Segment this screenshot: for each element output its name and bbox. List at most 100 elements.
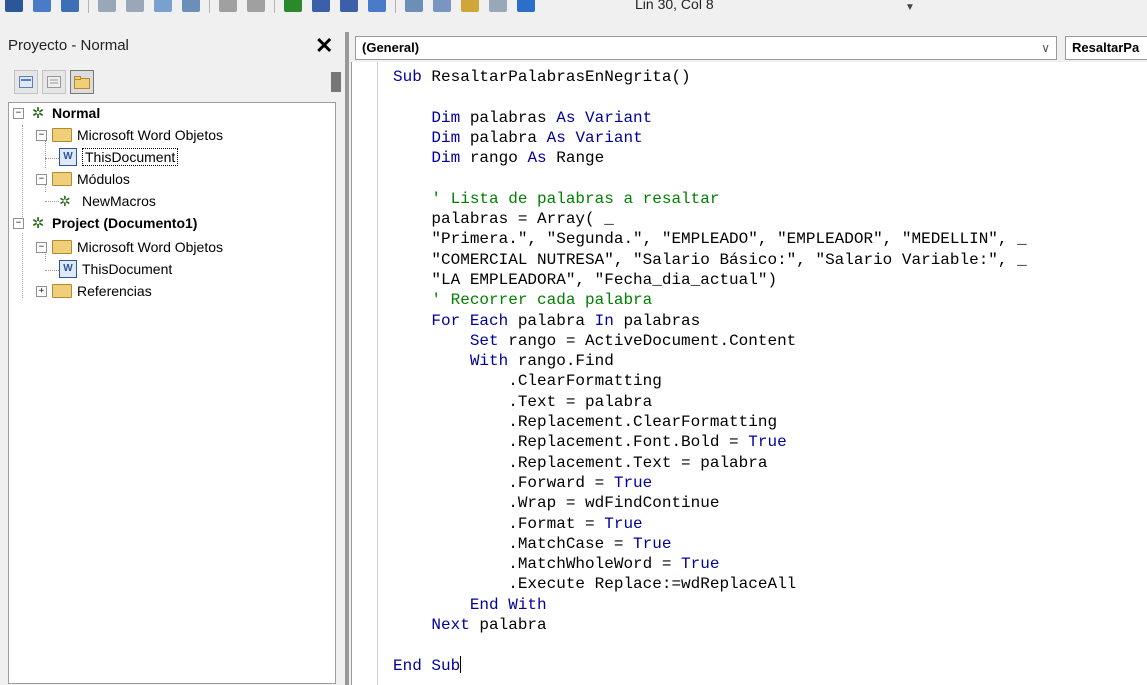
tree-node-newmacros[interactable]: ✲ NewMacros	[59, 191, 156, 211]
vba-project-icon: ✲	[31, 105, 45, 122]
code-line: .MatchWholeWord = True	[393, 554, 1027, 574]
code-line: .Replacement.Font.Bold = True	[393, 432, 1027, 452]
run-icon[interactable]	[284, 0, 302, 12]
code-editor[interactable]: Sub ResaltarPalabrasEnNegrita() Dim pala…	[351, 62, 1147, 685]
code-text[interactable]: Sub ResaltarPalabrasEnNegrita() Dim pala…	[393, 67, 1027, 676]
module-icon: ✲	[59, 192, 71, 209]
redo-icon[interactable]	[247, 0, 265, 12]
code-token: .ClearFormatting	[393, 372, 662, 391]
view-code-icon	[19, 76, 33, 88]
keyword-token: Dim	[431, 108, 461, 127]
toolbar-overflow-icon[interactable]: ▼	[905, 2, 915, 13]
object-browser-icon[interactable]	[461, 0, 479, 12]
code-token: .Format =	[393, 514, 605, 533]
insert-icon[interactable]	[33, 0, 51, 12]
tree-node-doc-objects[interactable]: − Microsoft Word Objetos	[36, 237, 223, 257]
code-line: ' Lista de palabras a resaltar	[393, 189, 1027, 209]
text-caret	[460, 655, 462, 673]
collapse-icon[interactable]: −	[13, 107, 24, 119]
view-object-button[interactable]	[42, 70, 66, 94]
reset-icon[interactable]	[340, 0, 358, 12]
design-mode-icon[interactable]	[368, 0, 386, 12]
collapse-icon[interactable]: −	[36, 129, 47, 141]
toolbar-separator	[209, 0, 210, 13]
explorer-scroll-grip[interactable]	[331, 72, 341, 92]
code-line: .ClearFormatting	[393, 371, 1027, 391]
undo-icon[interactable]	[219, 0, 237, 12]
properties-icon[interactable]	[433, 0, 451, 12]
tree-node-doc-thisdocument[interactable]: W ThisDocument	[59, 259, 172, 279]
project-explorer-icon[interactable]	[405, 0, 423, 12]
chevron-down-icon[interactable]: ∨	[1041, 37, 1050, 59]
code-line: "LA EMPLEADORA", "Fecha_dia_actual")	[393, 270, 1027, 290]
code-line: Dim palabras As Variant	[393, 108, 1027, 128]
tree-node-modules[interactable]: − Módulos	[36, 169, 130, 189]
keyword-token: True	[748, 433, 787, 452]
code-line: End Sub	[393, 655, 1027, 676]
code-line: For Each palabra In palabras	[393, 311, 1027, 331]
code-line: .MatchCase = True	[393, 534, 1027, 554]
code-line: .Forward = True	[393, 473, 1027, 493]
code-token: palabra	[460, 128, 547, 147]
code-line: .Wrap = wdFindContinue	[393, 493, 1027, 513]
find-icon[interactable]	[182, 0, 200, 12]
code-line: .Format = True	[393, 514, 1027, 534]
cut-icon[interactable]	[98, 0, 116, 12]
tree-node-references[interactable]: + Referencias	[36, 281, 152, 301]
tree-node-normal-objects[interactable]: − Microsoft Word Objetos	[36, 125, 223, 145]
tree-node-normal[interactable]: − ✲ Normal	[13, 103, 100, 123]
code-token: ResaltarPalabrasEnNegrita()	[421, 68, 691, 86]
save-icon[interactable]	[61, 0, 79, 12]
folder-icon	[74, 75, 90, 89]
view-word-icon[interactable]	[5, 0, 23, 12]
code-line: End With	[393, 595, 1027, 615]
keyword-token: End With	[469, 595, 547, 614]
keyword-token: True	[604, 514, 643, 533]
code-line: Sub ResaltarPalabrasEnNegrita()	[393, 67, 1027, 87]
paste-icon[interactable]	[154, 0, 172, 12]
comment-token: ' Recorrer cada palabra	[431, 291, 653, 310]
toolbar-buttons	[0, 0, 540, 16]
collapse-icon[interactable]: −	[36, 173, 47, 185]
project-tree: − ✲ Normal − Microsoft Word Objetos W Th…	[8, 102, 336, 684]
code-token: rango	[460, 149, 528, 168]
keyword-token: With	[469, 352, 509, 371]
help-icon[interactable]	[517, 0, 535, 12]
procedure-combo[interactable]: ResaltarPa	[1065, 36, 1147, 60]
close-icon[interactable]: ✕	[315, 33, 333, 59]
toggle-folders-button[interactable]	[70, 70, 94, 94]
code-line: .Text = palabra	[393, 392, 1027, 412]
tree-node-normal-thisdocument[interactable]: W ThisDocument	[59, 147, 179, 167]
keyword-token: Next	[431, 616, 470, 635]
code-window: (General) ∨ ResaltarPa Sub ResaltarPalab…	[349, 32, 1147, 685]
code-token: Range	[546, 149, 605, 168]
toolbox-icon[interactable]	[489, 0, 507, 12]
keyword-token: As	[527, 149, 547, 168]
folder-open-icon	[52, 172, 72, 186]
collapse-icon[interactable]: −	[13, 217, 24, 229]
code-token: "COMERCIAL NUTRESA", "Salario Básico:", …	[393, 250, 1027, 269]
code-line: palabras = Array( _	[393, 209, 1027, 229]
keyword-token: Dim	[431, 128, 461, 147]
code-window-combos: (General) ∨ ResaltarPa	[349, 32, 1147, 62]
code-token: palabras	[460, 108, 557, 127]
view-code-button[interactable]	[14, 70, 38, 94]
margin-indicator-bar[interactable]	[352, 62, 378, 685]
expand-icon[interactable]: +	[36, 285, 47, 297]
copy-icon[interactable]	[126, 0, 144, 12]
word-document-icon: W	[59, 260, 77, 278]
tree-node-project-documento1[interactable]: − ✲ Project (Documento1)	[13, 213, 197, 233]
toolbar-separator	[395, 0, 396, 13]
code-token: .MatchWholeWord =	[393, 555, 682, 574]
code-line: .Execute Replace:=wdReplaceAll	[393, 574, 1027, 594]
object-combo[interactable]: (General) ∨	[355, 36, 1057, 60]
code-line: .Replacement.ClearFormatting	[393, 412, 1027, 432]
break-icon[interactable]	[312, 0, 330, 12]
collapse-icon[interactable]: −	[36, 241, 47, 253]
